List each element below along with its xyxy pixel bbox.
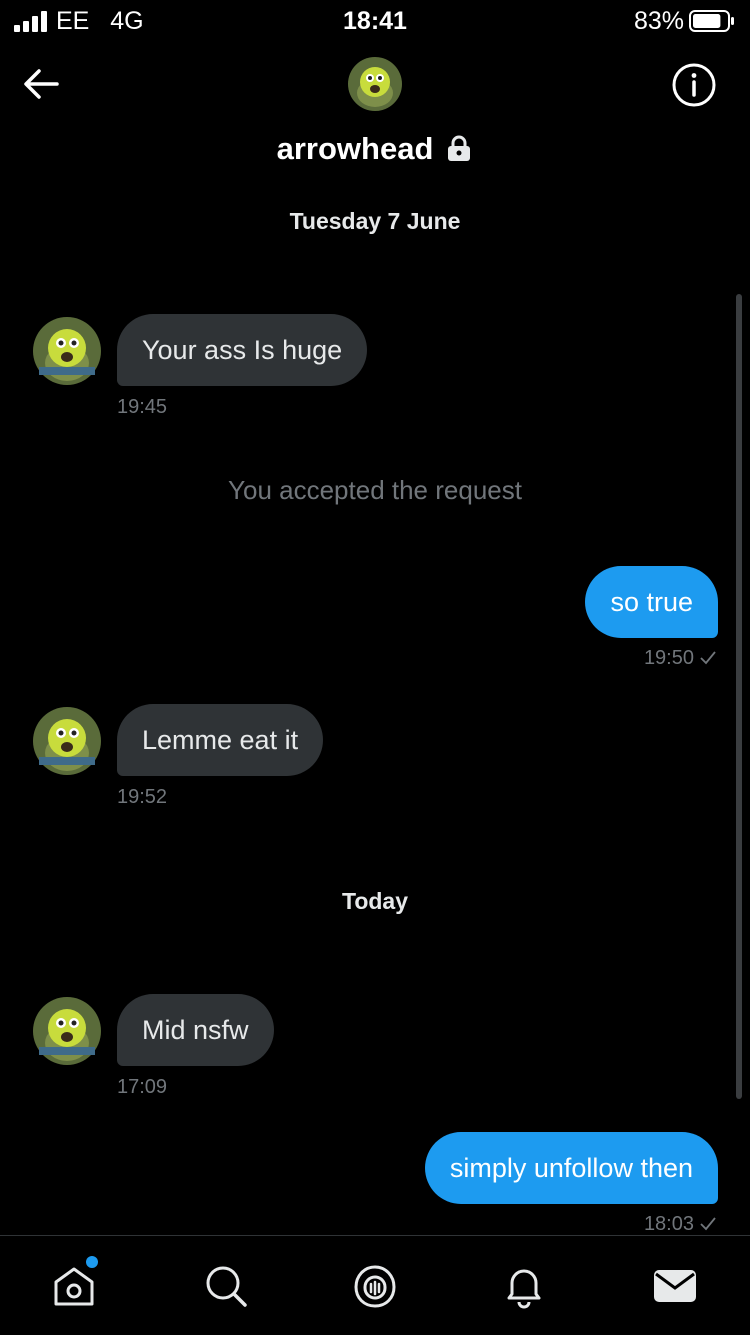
message-status: 19:50	[644, 646, 716, 670]
message-timestamp: 17:09	[117, 1076, 168, 1098]
avatar-image	[33, 707, 101, 775]
scrollbar[interactable]	[736, 294, 742, 1099]
lock-icon	[445, 131, 473, 161]
tab-search[interactable]	[202, 1262, 250, 1310]
tab-messages[interactable]	[651, 1262, 699, 1310]
arrow-left-icon	[24, 69, 59, 99]
spaces-icon	[354, 1265, 396, 1308]
outgoing-message-bubble[interactable]: so true	[585, 566, 718, 638]
conversation-title[interactable]: arrowhead	[0, 128, 750, 170]
avatar-image	[33, 317, 101, 385]
system-message: You accepted the request	[228, 475, 522, 505]
message-timestamp: 19:50	[643, 647, 694, 669]
sent-check-icon	[700, 651, 716, 665]
message-timestamp: 19:52	[117, 786, 168, 808]
message-timestamp: 19:45	[117, 396, 168, 418]
incoming-message-bubble[interactable]: Your ass Is huge	[117, 314, 368, 386]
tab-spaces[interactable]	[351, 1262, 399, 1310]
sender-avatar[interactable]	[33, 997, 101, 1065]
tab-home[interactable]	[50, 1262, 98, 1310]
tab-notifications[interactable]	[500, 1262, 548, 1310]
outgoing-message-bubble[interactable]: simply unfollow then	[424, 1132, 718, 1204]
search-icon	[206, 1266, 247, 1307]
conversation-info-button[interactable]	[670, 61, 718, 109]
header-avatar[interactable]	[348, 57, 402, 111]
message-timestamp: 18:03	[643, 1213, 694, 1235]
back-button[interactable]	[22, 66, 60, 102]
avatar-image	[348, 57, 402, 111]
date-separator: Tuesday 7 June	[289, 208, 461, 234]
incoming-message-bubble[interactable]: Mid nsfw	[117, 994, 274, 1066]
sender-avatar[interactable]	[33, 317, 101, 385]
incoming-message-bubble[interactable]: Lemme eat it	[117, 704, 324, 776]
date-separator: Today	[341, 888, 409, 914]
bell-icon	[507, 1269, 541, 1309]
battery-icon	[689, 10, 735, 32]
home-icon	[54, 1267, 94, 1306]
sender-avatar[interactable]	[33, 707, 101, 775]
notification-dot	[86, 1256, 98, 1268]
battery-percentage: 83%	[633, 7, 684, 35]
mail-icon	[654, 1270, 696, 1302]
sent-check-icon	[700, 1217, 716, 1231]
avatar-image	[33, 997, 101, 1065]
message-status: 18:03	[644, 1212, 716, 1236]
info-icon	[672, 63, 716, 107]
display-name: arrowhead	[276, 131, 434, 166]
